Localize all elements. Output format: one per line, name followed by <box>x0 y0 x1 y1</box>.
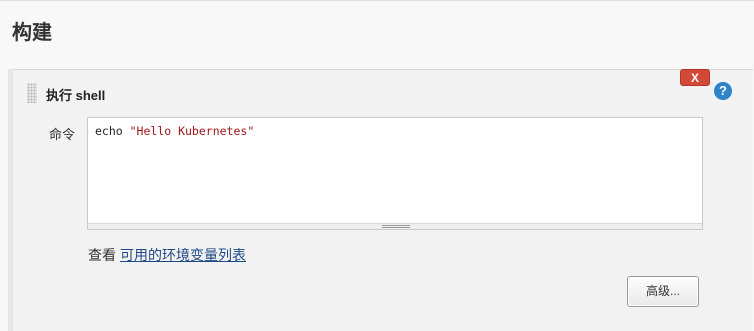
delete-step-button[interactable]: X <box>680 69 710 86</box>
command-string: "Hello Kubernetes" <box>129 124 255 138</box>
resize-grip-icon[interactable] <box>382 225 410 228</box>
step-title: 执行 shell <box>46 88 106 103</box>
section-title: 构建 <box>12 22 52 44</box>
command-textarea[interactable]: echo "Hello Kubernetes" <box>87 117 703 230</box>
env-vars-link[interactable]: 可用的环境变量列表 <box>120 247 246 263</box>
command-keyword: echo <box>95 124 130 138</box>
command-text[interactable]: echo "Hello Kubernetes" <box>95 124 254 138</box>
build-step-left-bar <box>8 69 13 331</box>
env-vars-line: 查看 可用的环境变量列表 <box>88 245 246 265</box>
drag-handle-icon[interactable] <box>27 83 37 103</box>
textarea-resize-bar[interactable] <box>88 223 702 229</box>
help-icon[interactable]: ? <box>714 82 732 100</box>
top-divider <box>0 0 754 1</box>
command-label: 命令 <box>49 127 76 142</box>
advanced-button[interactable]: 高级... <box>627 276 699 307</box>
env-vars-prefix: 查看 <box>88 247 116 263</box>
